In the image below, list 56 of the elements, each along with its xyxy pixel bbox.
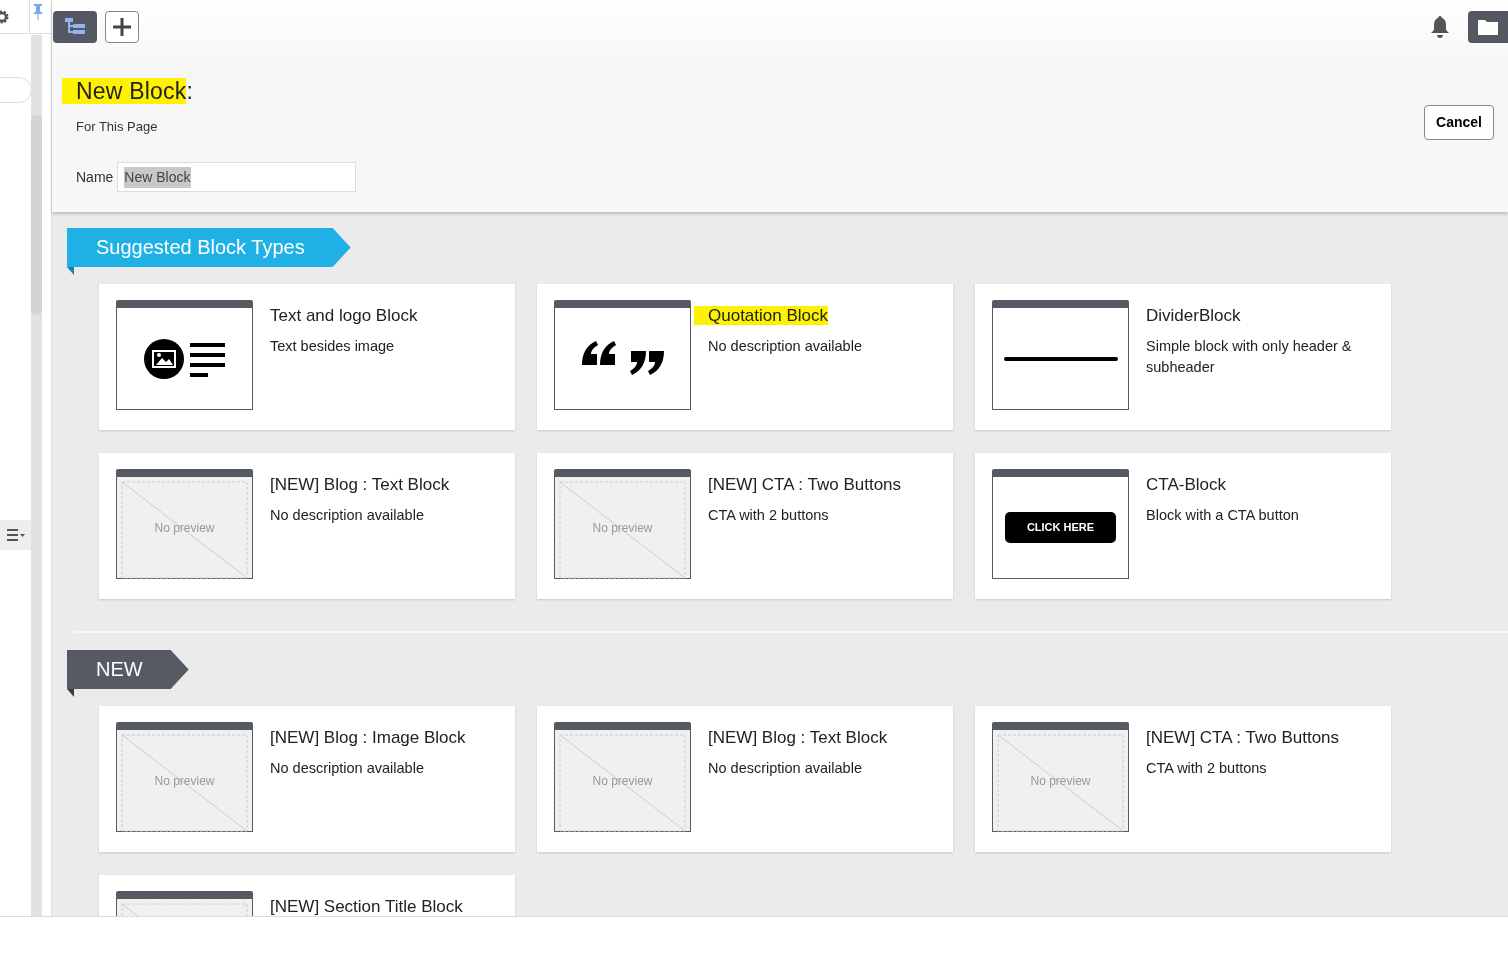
add-button[interactable] — [105, 11, 139, 43]
list-menu-icon[interactable] — [6, 529, 25, 541]
block-type-card[interactable]: No preview [NEW] CTA : Two Buttons CTA with 2 buttons — [537, 453, 953, 599]
block-type-card[interactable]: No preview [NEW] Blog : Image Block No description available — [99, 706, 515, 852]
folder-button[interactable] — [1468, 11, 1508, 43]
block-title: Text and logo Block — [270, 306, 418, 325]
block-title: [NEW] CTA : Two Buttons — [1146, 728, 1340, 747]
bell-icon[interactable] — [1429, 15, 1451, 39]
settings-icon[interactable] — [0, 8, 10, 25]
block-description: Simple block with only header & subheader — [1146, 336, 1353, 377]
no-preview-label: No preview — [1030, 772, 1091, 790]
image-text-icon — [143, 337, 226, 380]
block-description: Block with a CTA button — [1146, 505, 1299, 525]
no-preview-label: No preview — [154, 519, 215, 537]
cta-button-preview: CLICK HERE — [1004, 512, 1117, 543]
title-colon: : — [186, 78, 194, 104]
block-description: Text besides image — [270, 336, 396, 356]
block-type-card[interactable]: [NEW] Section Title Block — [99, 875, 515, 916]
block-title: DividerBlock — [1146, 306, 1241, 325]
subtitle: For This Page — [76, 117, 159, 136]
scrollbar-thumb[interactable] — [31, 115, 42, 315]
plus-icon — [112, 17, 132, 37]
no-preview-label: No preview — [592, 772, 653, 790]
block-description: No description available — [270, 505, 425, 525]
block-type-card[interactable]: CLICK HERE CTA-Block Block with a CTA button — [975, 453, 1391, 599]
ribbon-fold — [67, 267, 74, 275]
block-title: [NEW] Blog : Image Block — [270, 728, 466, 747]
block-title: [NEW] Section Title Block — [270, 897, 463, 916]
section-ribbon: NEW — [67, 650, 189, 689]
block-description: No description available — [708, 758, 863, 778]
no-preview-label: No preview — [592, 519, 653, 537]
block-description: No description available — [708, 336, 862, 356]
block-type-card[interactable]: No preview [NEW] Blog : Text Block No description available — [537, 706, 953, 852]
block-title: CTA-Block — [1146, 475, 1226, 494]
block-type-card[interactable]: No preview [NEW] Blog : Text Block No description available — [99, 453, 515, 599]
cancel-button[interactable]: Cancel — [1424, 105, 1494, 140]
block-type-card[interactable]: Text and logo Block Text besides image — [99, 284, 515, 430]
block-title: [NEW] Blog : Text Block — [270, 475, 450, 494]
page-title: New Block — [62, 78, 187, 104]
block-type-card[interactable]: No preview [NEW] CTA : Two Buttons CTA with 2 buttons — [975, 706, 1391, 852]
block-description: No description available — [270, 758, 425, 778]
block-type-card[interactable]: Quotation Block No description available — [537, 284, 953, 430]
block-description: CTA with 2 buttons — [1146, 758, 1268, 778]
block-title: [NEW] CTA : Two Buttons — [708, 475, 902, 494]
folder-icon — [1478, 19, 1498, 35]
tree-icon — [64, 17, 86, 37]
block-description: CTA with 2 buttons — [708, 505, 830, 525]
ribbon-fold — [67, 689, 74, 697]
name-label: Name — [76, 167, 114, 187]
block-title: Quotation Block — [694, 306, 828, 325]
section-ribbon: Suggested Block Types — [67, 228, 351, 267]
block-type-card[interactable]: DividerBlock Simple block with only header & subheader — [975, 284, 1391, 430]
no-preview-label: No preview — [154, 772, 215, 790]
tree-view-button[interactable] — [53, 11, 97, 43]
block-title: [NEW] Blog : Text Block — [708, 728, 888, 747]
name-input[interactable]: New Block — [117, 162, 357, 192]
